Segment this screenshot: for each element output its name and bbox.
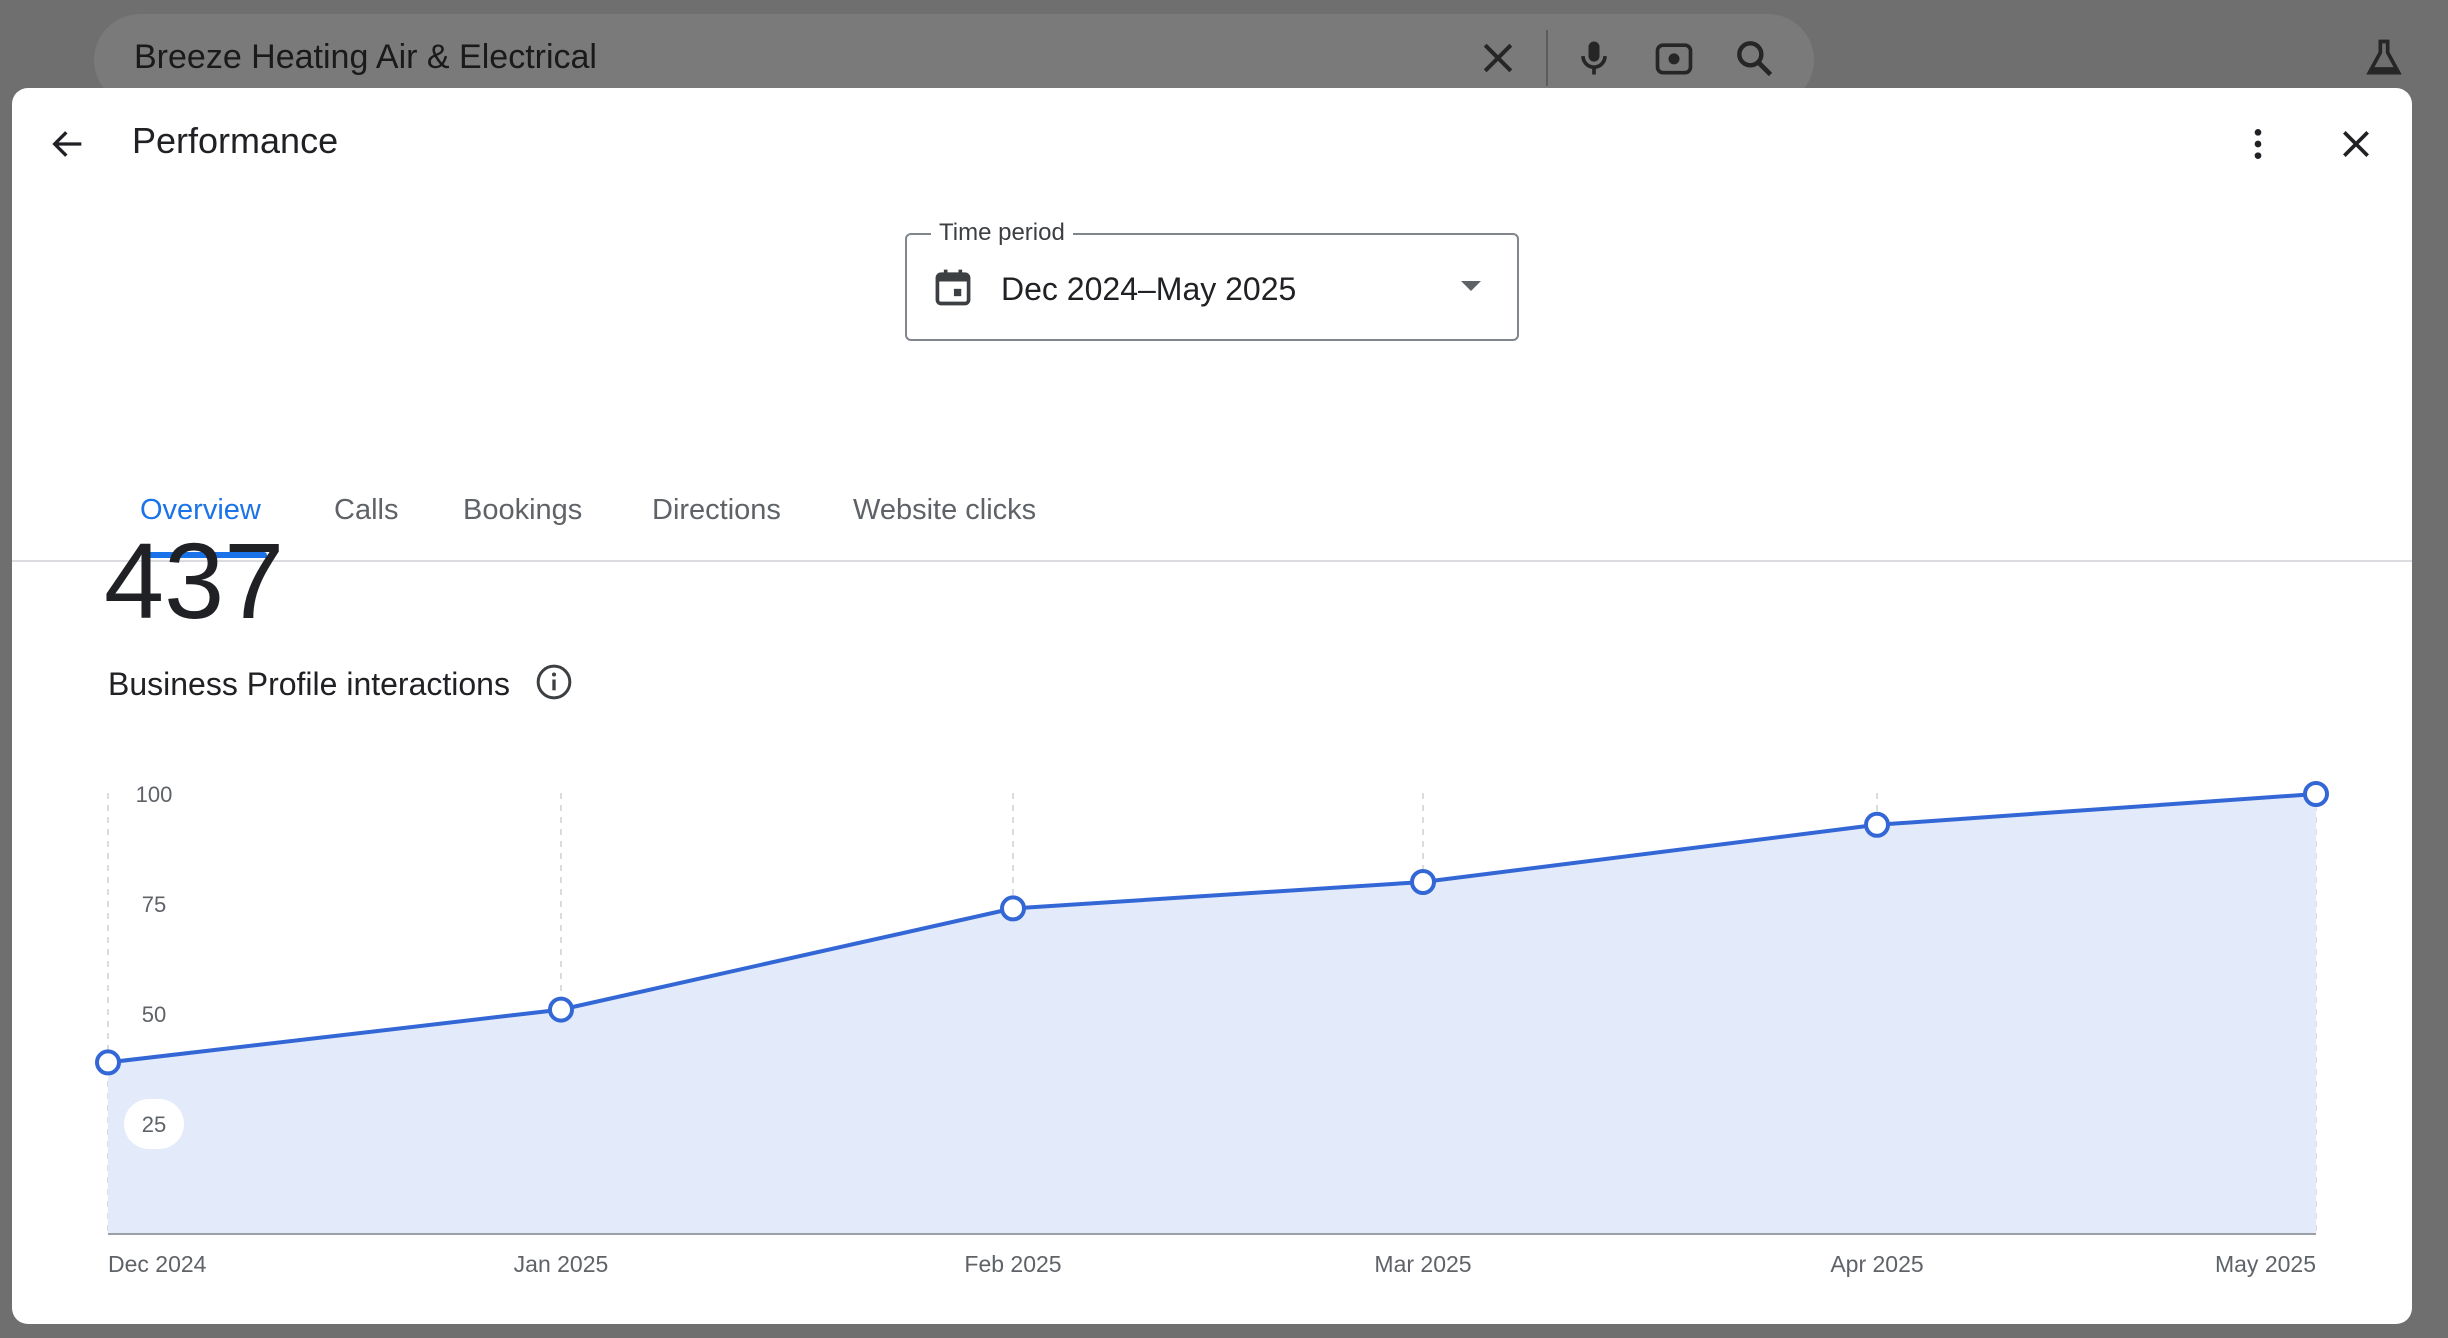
data-point-1 bbox=[548, 996, 574, 1023]
labs-flask-icon[interactable] bbox=[2362, 36, 2406, 80]
x-tick-label-1: Jan 2025 bbox=[514, 1251, 609, 1277]
search-icon[interactable] bbox=[1732, 36, 1776, 80]
data-point-2 bbox=[1000, 895, 1026, 922]
data-point-0 bbox=[95, 1049, 121, 1076]
performance-dialog: Performance Time period Dec 2024–May 202… bbox=[12, 88, 2412, 1324]
interactions-chart: 100 75 50 25 Dec 2024 Jan 2025 Feb 2025 Mar 202… bbox=[95, 781, 2329, 1277]
data-point-3 bbox=[1410, 869, 1436, 895]
x-tick-label-4: Apr 2025 bbox=[1830, 1251, 1923, 1277]
x-tick-label-0: Dec 2024 bbox=[108, 1251, 207, 1277]
clear-search-icon[interactable] bbox=[1476, 36, 1520, 80]
series-area bbox=[108, 794, 2316, 1234]
y-tick-label-100: 100 bbox=[136, 782, 173, 807]
search-query-text: Breeze Heating Air & Electrical bbox=[134, 38, 597, 76]
x-tick-label-2: Feb 2025 bbox=[964, 1251, 1061, 1277]
microphone-icon[interactable] bbox=[1572, 36, 1616, 80]
data-point-4 bbox=[1864, 811, 1890, 838]
y-tick-label-75: 75 bbox=[142, 892, 166, 917]
data-point-5 bbox=[2303, 781, 2329, 807]
camera-search-icon[interactable] bbox=[1652, 36, 1696, 80]
x-tick-label-5: May 2025 bbox=[2215, 1251, 2316, 1277]
y-tick-label-25: 25 bbox=[142, 1112, 166, 1137]
x-tick-label-3: Mar 2025 bbox=[1374, 1251, 1471, 1277]
y-tick-label-50: 50 bbox=[142, 1002, 166, 1027]
search-divider bbox=[1546, 30, 1548, 86]
